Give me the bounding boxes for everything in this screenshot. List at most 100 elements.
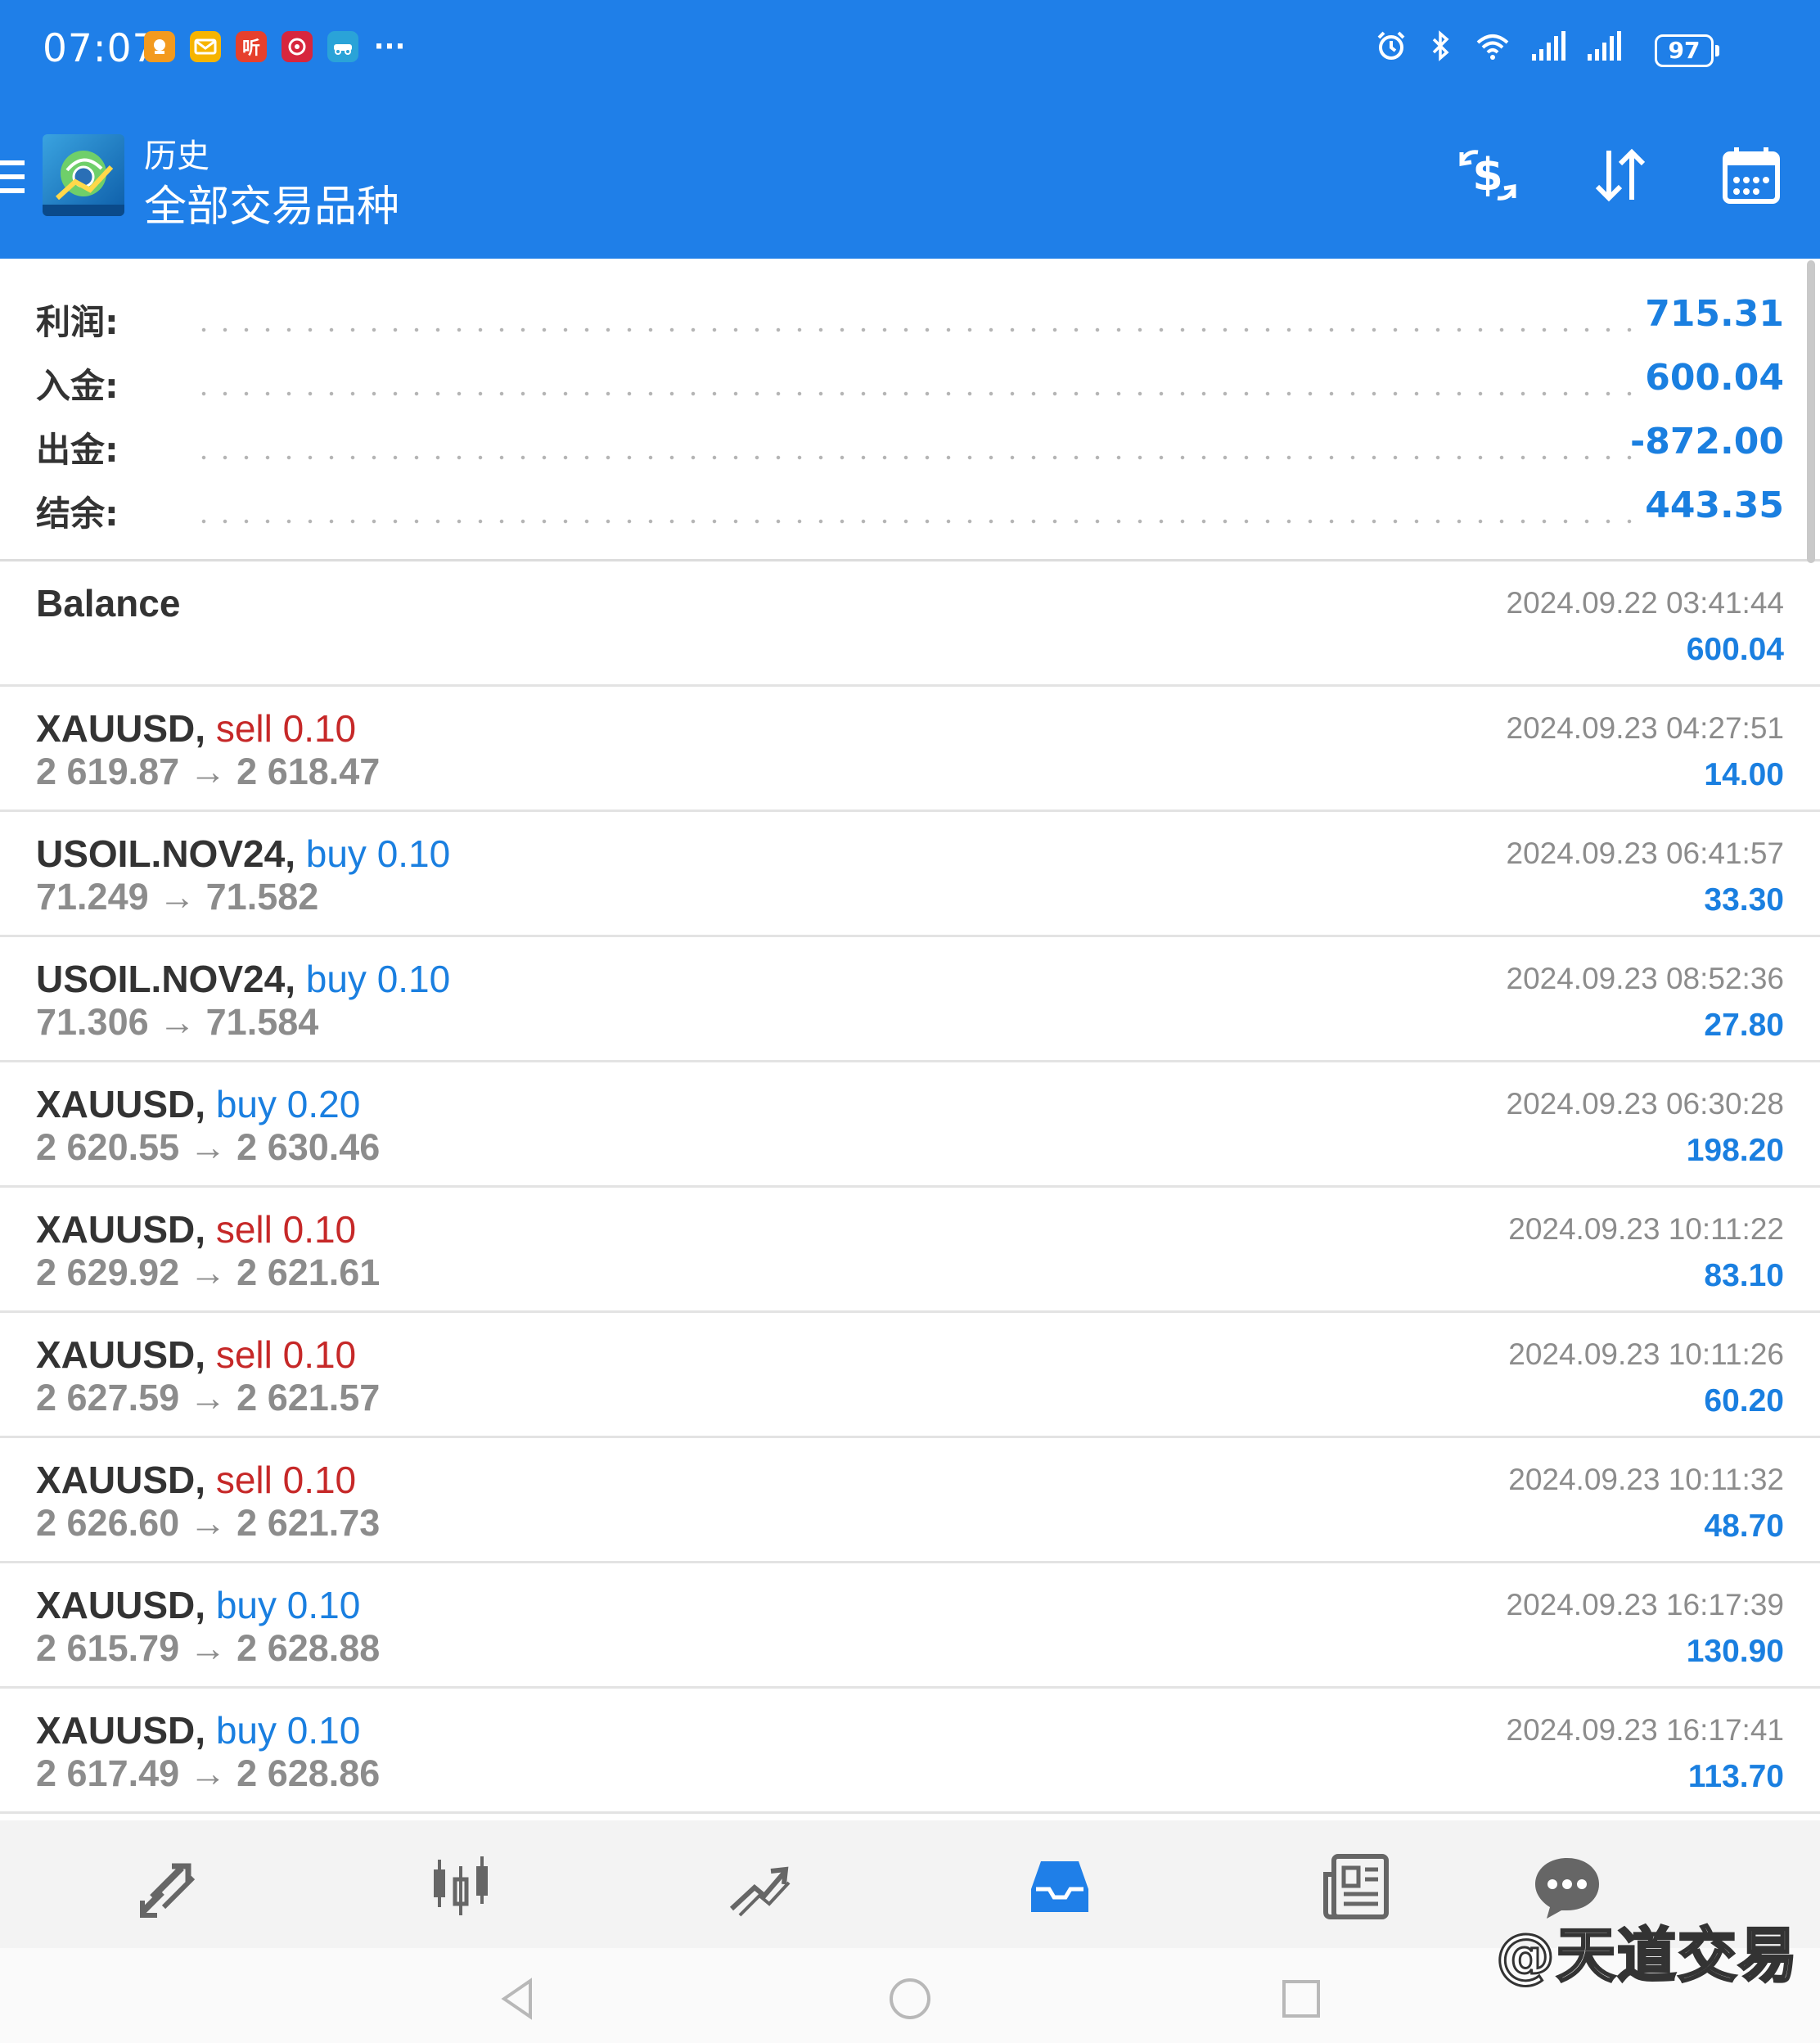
- row-profit: 83.10: [1704, 1258, 1784, 1293]
- row-title: USOIL.NOV24, buy 0.10: [36, 957, 450, 1001]
- scrollbar[interactable]: [1807, 260, 1815, 563]
- history-row[interactable]: XAUUSD, sell 0.10 2 619.87 → 2 618.47 20…: [0, 687, 1820, 812]
- row-time: 2024.09.23 06:41:57: [1506, 837, 1785, 870]
- history-row[interactable]: USOIL.NOV24, buy 0.10 71.249 → 71.582 20…: [0, 812, 1820, 937]
- summary-row-balance: 结余: 443.35: [0, 481, 1820, 539]
- row-side: buy 0.10: [215, 1709, 361, 1752]
- home-icon[interactable]: [885, 1974, 935, 2023]
- calendar-icon[interactable]: [1719, 142, 1784, 208]
- currency-exchange-icon[interactable]: $: [1455, 142, 1520, 208]
- row-time: 2024.09.23 08:52:36: [1506, 962, 1785, 995]
- history-row[interactable]: XAUUSD, buy 0.20 2 620.55 → 2 630.46 202…: [0, 1062, 1820, 1188]
- summary-label: 出金:: [36, 430, 119, 470]
- summary-label: 入金:: [36, 366, 119, 406]
- app-notification-red-icon: [282, 31, 313, 62]
- row-profit: 198.20: [1686, 1133, 1784, 1168]
- recent-apps-icon[interactable]: [1277, 1974, 1326, 2023]
- signal-1-icon: [1532, 31, 1565, 61]
- header-subtitle: 历史: [144, 138, 209, 175]
- history-row[interactable]: XAUUSD, buy 0.10 2 615.79 → 2 628.88 202…: [0, 1563, 1820, 1689]
- row-title: XAUUSD, sell 0.10: [36, 1333, 356, 1377]
- dotted-leader: [193, 391, 1640, 396]
- row-side: sell 0.10: [215, 1208, 357, 1251]
- history-row[interactable]: Balance 2024.09.22 03:41:44 600.04: [0, 561, 1820, 687]
- row-symbol: USOIL.NOV24,: [36, 832, 295, 875]
- history-row[interactable]: XAUUSD, sell 0.10 2 629.92 → 2 621.61 20…: [0, 1188, 1820, 1313]
- row-title: XAUUSD, sell 0.10: [36, 706, 356, 751]
- dotted-leader: [193, 519, 1640, 524]
- status-time: 07:07: [43, 26, 158, 71]
- summary-value: -872.00: [1629, 421, 1784, 462]
- summary-row-profit: 利润: 715.31: [0, 290, 1820, 347]
- row-profit: 60.20: [1704, 1383, 1784, 1418]
- row-side: sell 0.10: [215, 1333, 357, 1376]
- row-symbol: XAUUSD,: [36, 1208, 206, 1251]
- mail-notification-icon: [190, 31, 221, 62]
- row-profit: 14.00: [1704, 757, 1784, 792]
- history-inbox-icon[interactable]: [1023, 1850, 1097, 1923]
- row-prices: 71.249 → 71.582: [36, 876, 319, 918]
- summary-value: 443.35: [1645, 485, 1784, 526]
- row-time: 2024.09.23 10:11:32: [1508, 1463, 1784, 1496]
- news-icon[interactable]: [1319, 1850, 1393, 1923]
- row-title: XAUUSD, buy 0.20: [36, 1082, 360, 1126]
- dotted-leader: [193, 455, 1640, 460]
- summary-label: 利润:: [36, 302, 119, 342]
- row-symbol: XAUUSD,: [36, 1333, 206, 1376]
- history-row[interactable]: USOIL.NOV24, buy 0.10 71.306 → 71.584 20…: [0, 937, 1820, 1062]
- header-title[interactable]: 全部交易品种: [144, 172, 399, 233]
- battery-indicator: 97: [1655, 34, 1719, 67]
- row-side: buy 0.10: [305, 832, 451, 875]
- app-notification-orange-icon: [144, 31, 175, 62]
- row-time: 2024.09.22 03:41:44: [1506, 586, 1785, 620]
- summary-row-withdrawal: 出金: -872.00: [0, 417, 1820, 475]
- row-profit: 113.70: [1687, 1759, 1784, 1794]
- summary-label: 结余:: [36, 494, 119, 534]
- row-title: XAUUSD, sell 0.10: [36, 1207, 356, 1252]
- row-time: 2024.09.23 16:17:41: [1506, 1713, 1785, 1747]
- row-side: buy 0.20: [215, 1083, 361, 1125]
- row-profit: 27.80: [1704, 1008, 1784, 1043]
- row-profit: 33.30: [1704, 882, 1784, 918]
- row-prices: 2 615.79 → 2 628.88: [36, 1627, 381, 1669]
- row-prices: 71.306 → 71.584: [36, 1001, 319, 1043]
- row-profit: 600.04: [1686, 632, 1784, 667]
- car-app-icon: [327, 31, 358, 62]
- back-icon[interactable]: [494, 1974, 543, 2023]
- svg-text:$: $: [1472, 149, 1503, 201]
- menu-icon[interactable]: [0, 160, 28, 200]
- signal-2-icon: [1588, 31, 1621, 61]
- app-header: 历史 全部交易品种 $: [0, 115, 1820, 259]
- row-time: 2024.09.23 16:17:39: [1506, 1588, 1785, 1621]
- row-symbol: XAUUSD,: [36, 1709, 206, 1752]
- trade-icon[interactable]: [723, 1850, 797, 1923]
- row-prices: 2 629.92 → 2 621.61: [36, 1252, 381, 1293]
- row-time: 2024.09.23 04:27:51: [1506, 711, 1785, 745]
- history-row[interactable]: XAUUSD, sell 0.10 2 626.60 → 2 621.73 20…: [0, 1438, 1820, 1563]
- row-symbol: XAUUSD,: [36, 1459, 206, 1501]
- row-side: buy 0.10: [305, 958, 451, 1000]
- row-title: XAUUSD, buy 0.10: [36, 1583, 360, 1627]
- quotes-icon[interactable]: [131, 1850, 205, 1923]
- row-profit: 130.90: [1686, 1634, 1784, 1669]
- summary-value: 715.31: [1645, 293, 1784, 335]
- row-title: USOIL.NOV24, buy 0.10: [36, 832, 450, 876]
- notification-icons: 听 ···: [144, 30, 406, 63]
- row-side: sell 0.10: [215, 1459, 357, 1501]
- row-prices: 2 619.87 → 2 618.47: [36, 751, 381, 792]
- row-symbol: XAUUSD,: [36, 1083, 206, 1125]
- row-side: buy 0.10: [215, 1584, 361, 1626]
- row-time: 2024.09.23 10:11:26: [1508, 1337, 1784, 1371]
- row-prices: 2 617.49 → 2 628.86: [36, 1752, 381, 1794]
- row-symbol: XAUUSD,: [36, 707, 206, 750]
- summary-row-deposit: 入金: 600.04: [0, 354, 1820, 411]
- row-profit: 48.70: [1704, 1509, 1784, 1544]
- sort-icon[interactable]: [1588, 142, 1653, 208]
- history-row[interactable]: XAUUSD, buy 0.10 2 617.49 → 2 628.86 202…: [0, 1689, 1820, 1814]
- row-side: sell 0.10: [215, 707, 357, 750]
- chart-candles-icon[interactable]: [427, 1850, 501, 1923]
- alarm-icon: [1377, 31, 1405, 60]
- row-prices: 2 627.59 → 2 621.57: [36, 1377, 381, 1418]
- row-prices: 2 620.55 → 2 630.46: [36, 1126, 381, 1168]
- history-row[interactable]: XAUUSD, sell 0.10 2 627.59 → 2 621.57 20…: [0, 1313, 1820, 1438]
